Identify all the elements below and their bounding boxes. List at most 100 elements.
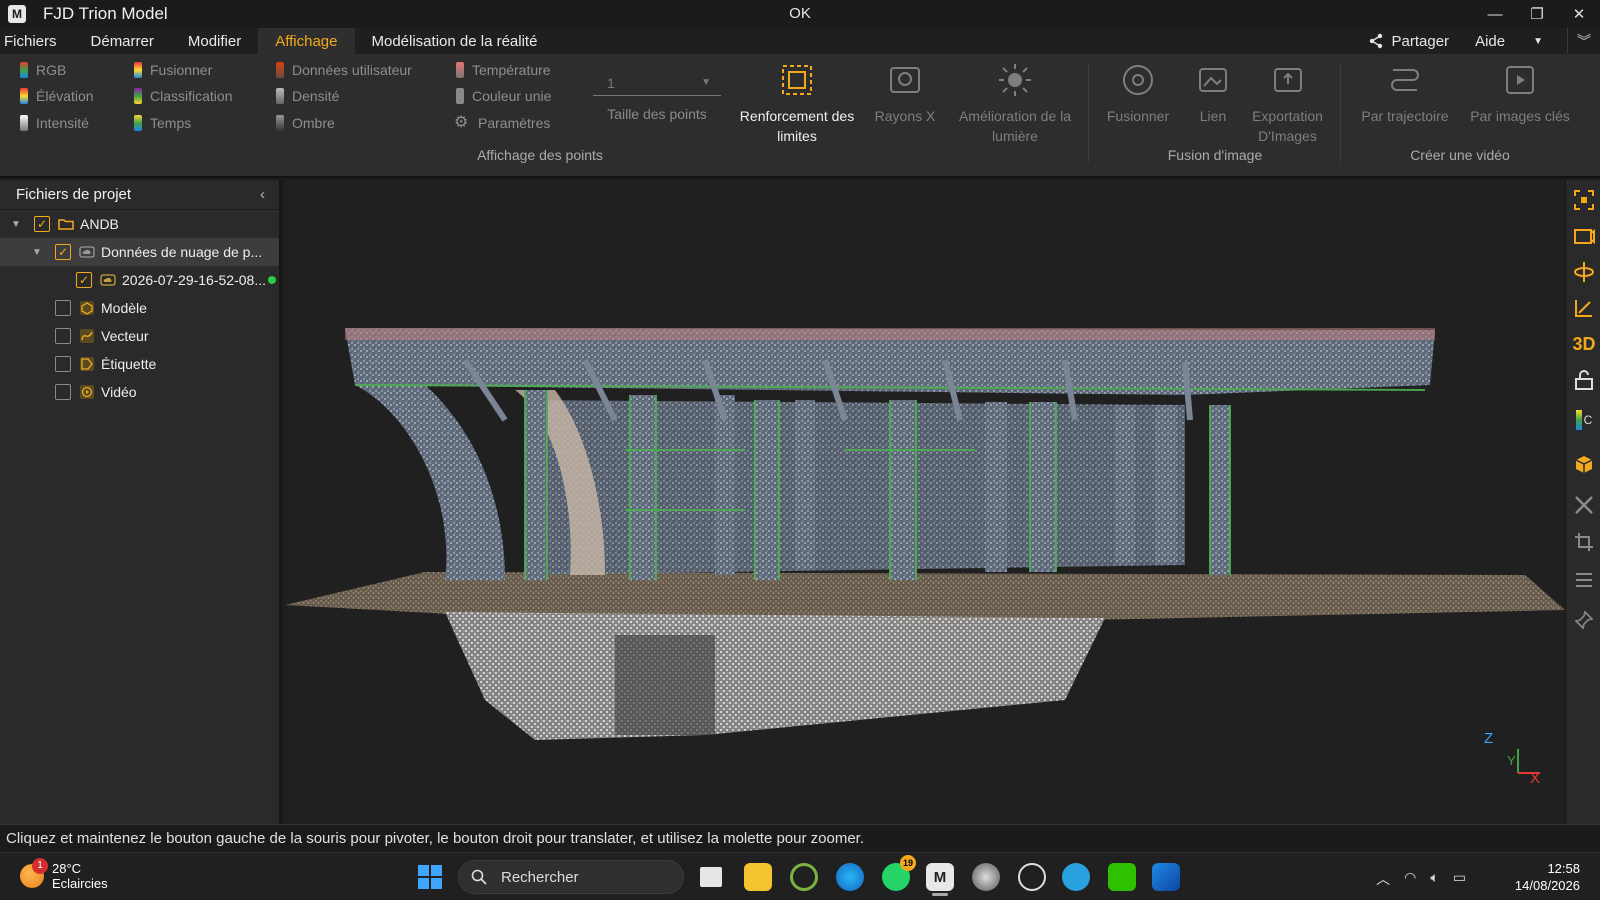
- export-images-button[interactable]: Exportation D'Images: [1240, 62, 1335, 146]
- classification-icon: [134, 88, 142, 104]
- search-icon: [471, 869, 487, 885]
- menu-modifier[interactable]: Modifier: [171, 28, 258, 54]
- checkbox[interactable]: [55, 300, 71, 316]
- cube-view-icon[interactable]: [1572, 452, 1596, 476]
- tree-item-model[interactable]: Modèle: [0, 294, 279, 322]
- fusion-option[interactable]: Fusionner: [134, 62, 212, 78]
- file-explorer-icon[interactable]: [744, 863, 772, 891]
- link-button[interactable]: Lien: [1183, 62, 1243, 126]
- collapse-ribbon-button[interactable]: ︾: [1568, 31, 1600, 51]
- app-logo-icon: M: [8, 5, 26, 23]
- intensity-label: Intensité: [36, 115, 89, 131]
- fit-view-icon[interactable]: [1572, 188, 1596, 212]
- menu-fichiers[interactable]: Fichiers: [0, 28, 74, 54]
- wechat-icon[interactable]: [1108, 863, 1136, 891]
- orbit-icon[interactable]: [1572, 260, 1596, 284]
- title-bar: M FJD Trion Model OK — ❐ ✕: [0, 0, 1600, 28]
- menu-demarrer[interactable]: Démarrer: [74, 28, 171, 54]
- help-label: Aide: [1475, 32, 1506, 50]
- qgis-icon[interactable]: [790, 863, 818, 891]
- classification-option[interactable]: Classification: [134, 88, 232, 104]
- density-option[interactable]: Densité: [276, 88, 339, 104]
- checkbox[interactable]: ✓: [55, 244, 71, 260]
- caret-down-icon: ▼: [701, 77, 711, 88]
- help-menu[interactable]: Aide ▼: [1475, 33, 1543, 50]
- tools-icon[interactable]: [1572, 493, 1596, 517]
- intensity-option[interactable]: Intensité: [20, 115, 89, 131]
- color-scale-label: C: [1583, 413, 1593, 427]
- edge-icon[interactable]: [836, 863, 864, 891]
- tree-item-vector[interactable]: Vecteur: [0, 322, 279, 350]
- chevron-left-icon[interactable]: ‹: [260, 186, 265, 203]
- speaker-icon[interactable]: 🔈︎: [1430, 869, 1438, 889]
- mode-3d-button[interactable]: 3D: [1572, 332, 1596, 356]
- windows-start-icon[interactable]: [418, 865, 442, 889]
- chevron-up-icon[interactable]: ︿: [1376, 869, 1390, 889]
- measure-icon[interactable]: [1572, 296, 1596, 320]
- ribbon: RGB Élévation Intensité Fusionner Classi…: [0, 54, 1600, 178]
- restore-button[interactable]: ❐: [1516, 0, 1558, 28]
- whatsapp-icon[interactable]: 19: [882, 855, 916, 891]
- tree-item-andb[interactable]: ▼ ✓ ANDB: [0, 210, 279, 238]
- user-data-option[interactable]: Données utilisateur: [276, 62, 412, 78]
- shadow-label: Ombre: [292, 115, 335, 131]
- crop-icon[interactable]: [1572, 530, 1596, 554]
- checkbox[interactable]: [55, 356, 71, 372]
- point-size-dropdown[interactable]: 1 ▼: [593, 70, 721, 96]
- menu-modelisation[interactable]: Modélisation de la réalité: [355, 28, 555, 54]
- checkbox[interactable]: ✓: [76, 272, 92, 288]
- light-enhancement-button[interactable]: Amélioration de la lumière: [950, 62, 1080, 146]
- fjd-trion-taskbar-icon[interactable]: M: [926, 863, 954, 891]
- point-cloud-render[interactable]: [285, 180, 1565, 824]
- close-button[interactable]: ✕: [1558, 0, 1600, 28]
- image-merge-button[interactable]: Fusionner: [1098, 62, 1178, 126]
- caret-down-icon[interactable]: ▼: [11, 219, 21, 230]
- video-by-trajectory-button[interactable]: Par trajectoire: [1350, 62, 1460, 126]
- list-icon[interactable]: [1572, 568, 1596, 592]
- app-globe-icon[interactable]: [972, 863, 1000, 891]
- elevation-option[interactable]: Élévation: [20, 88, 94, 104]
- time-option[interactable]: Temps: [134, 115, 191, 131]
- app-blue-icon[interactable]: [1152, 863, 1180, 891]
- chatgpt-icon[interactable]: [1018, 863, 1046, 891]
- wifi-icon[interactable]: ◠: [1404, 869, 1416, 889]
- boundary-enhancement-button[interactable]: Renforcement des limites: [732, 62, 862, 146]
- 3d-viewport[interactable]: [285, 180, 1565, 824]
- telegram-icon[interactable]: [1062, 863, 1090, 891]
- color-bar-icon: [1575, 410, 1582, 430]
- shadow-option[interactable]: Ombre: [276, 115, 335, 131]
- rgb-icon: [20, 62, 28, 78]
- pin-icon[interactable]: [1572, 608, 1596, 632]
- checkbox[interactable]: [55, 384, 71, 400]
- color-scale-button[interactable]: C: [1572, 408, 1596, 432]
- temperature-option[interactable]: Température: [456, 62, 551, 78]
- battery-icon[interactable]: ▭: [1453, 869, 1466, 889]
- tree-label: Vidéo: [101, 384, 137, 400]
- task-view-icon[interactable]: [700, 867, 722, 887]
- settings-option[interactable]: ⚙ Paramètres: [454, 115, 550, 132]
- weather-widget[interactable]: 1 28°C Eclaircies: [20, 858, 108, 891]
- checkbox[interactable]: ✓: [34, 216, 50, 232]
- checkbox[interactable]: [55, 328, 71, 344]
- rgb-option[interactable]: RGB: [20, 62, 66, 78]
- xray-button[interactable]: Rayons X: [870, 62, 940, 126]
- ribbon-separator: [1340, 64, 1341, 162]
- solid-color-option[interactable]: Couleur unie: [456, 88, 551, 104]
- tree-item-tag[interactable]: Étiquette: [0, 350, 279, 378]
- search-placeholder: Rechercher: [501, 868, 579, 886]
- taskbar-search[interactable]: Rechercher: [458, 860, 684, 894]
- tree-item-point-cloud-data[interactable]: ▼ ✓ Données de nuage de p...: [0, 238, 279, 266]
- elevation-label: Élévation: [36, 88, 94, 104]
- system-tray: ︿ ◠ 🔈︎ ▭: [1376, 869, 1466, 889]
- tree-item-scan[interactable]: ✓ 2026-07-29-16-52-08...: [0, 266, 279, 294]
- camera-view-icon[interactable]: [1572, 224, 1596, 248]
- taskbar-clock[interactable]: 12:58 14/08/2026: [1515, 860, 1580, 894]
- tree-item-video[interactable]: Vidéo: [0, 378, 279, 406]
- caret-down-icon[interactable]: ▼: [32, 247, 42, 258]
- user-data-label: Données utilisateur: [292, 62, 412, 78]
- video-by-keyframes-button[interactable]: Par images clés: [1465, 62, 1575, 126]
- unlock-icon[interactable]: [1572, 368, 1596, 392]
- share-button[interactable]: Partager: [1368, 33, 1449, 50]
- minimize-button[interactable]: —: [1474, 0, 1516, 28]
- menu-affichage[interactable]: Affichage: [258, 28, 355, 54]
